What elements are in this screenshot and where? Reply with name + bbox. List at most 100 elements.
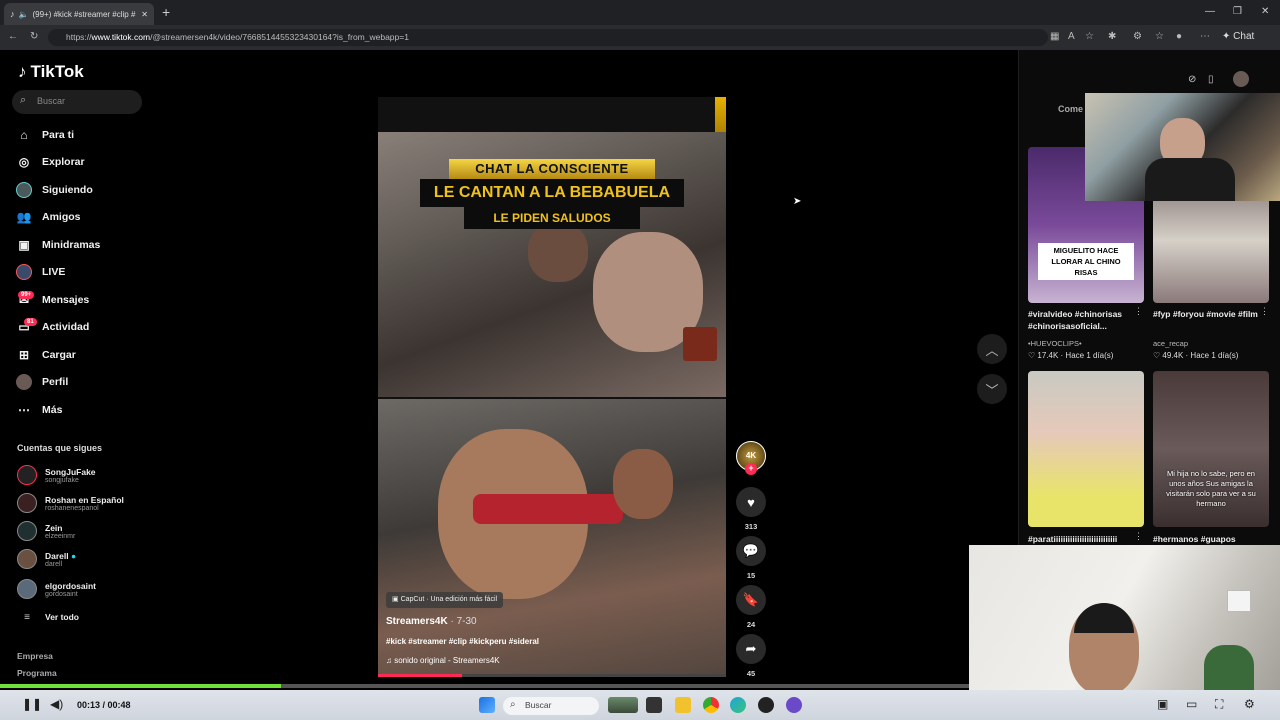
search-input[interactable]: ⌕ Buscar	[12, 90, 142, 114]
video-progress-bar[interactable]	[378, 674, 726, 677]
video-sound[interactable]: ♫ sonido original - Streamers4K	[386, 656, 500, 665]
avatar	[17, 493, 37, 513]
person-hair	[1074, 603, 1134, 633]
related-video-author[interactable]: •HUEVOCLIPS•	[1028, 339, 1082, 348]
volume-icon[interactable]: ◀)	[50, 697, 63, 711]
fullscreen-icon[interactable]: ⛶	[1215, 697, 1223, 712]
player-time: 00:13 / 00:48	[77, 700, 131, 710]
see-all-link[interactable]: ≡ Ver todo	[17, 604, 79, 630]
translate-icon[interactable]: A	[1068, 31, 1075, 42]
minimize-icon[interactable]: —	[1205, 6, 1215, 17]
video-hashtags[interactable]: #kick #streamer #clip #kickperu #sideral	[386, 637, 539, 646]
more-options-icon[interactable]: ⋮	[1134, 306, 1143, 317]
miniplayer-icon[interactable]: ▭	[1186, 697, 1197, 711]
captions-icon[interactable]: ▣	[1157, 697, 1168, 711]
player-progress-bar[interactable]	[0, 684, 969, 688]
edge-icon[interactable]	[730, 697, 746, 713]
nav-item-mas[interactable]: ⋯ Más	[16, 400, 62, 420]
account-item[interactable]: Roshan en Español roshanenespanol	[17, 490, 124, 516]
person-face	[528, 222, 588, 282]
discord-icon[interactable]	[786, 697, 802, 713]
live-icon	[16, 264, 32, 280]
related-video-caption[interactable]: #hermanos #guapos	[1153, 533, 1273, 545]
reload-icon[interactable]: ↻	[30, 31, 38, 42]
speaker-icon[interactable]: 🔈	[19, 10, 29, 19]
more-options-icon[interactable]: ⋮	[1260, 306, 1269, 317]
previous-video-button[interactable]: ︿	[977, 334, 1007, 364]
taskbar-search[interactable]: ⌕ Buscar	[503, 697, 599, 715]
collections-icon[interactable]: ☆	[1155, 31, 1164, 42]
sync-icon[interactable]: ⚙	[1133, 31, 1142, 42]
related-video-caption[interactable]: #fyp #foryou #movie #film	[1153, 308, 1273, 320]
chrome-icon[interactable]	[703, 697, 719, 713]
video-author[interactable]: Streamers4K · 7-30	[386, 616, 477, 627]
taskbar-widget-icon[interactable]	[608, 697, 638, 713]
account-item[interactable]: SongJuFake songjufake	[17, 462, 96, 488]
account-item[interactable]: Darell ● darell	[17, 546, 76, 572]
profile-avatar[interactable]	[1233, 71, 1249, 87]
device-icon[interactable]: ▯	[1208, 74, 1214, 85]
share-button[interactable]: ➦ 45	[736, 634, 766, 678]
related-video-caption[interactable]: #paratiiiiiiiiiiiiiiiiiiiiiiiiiii	[1028, 533, 1148, 545]
close-tab-icon[interactable]: ✕	[141, 10, 148, 19]
copilot-chat-button[interactable]: ✦ Chat	[1222, 31, 1254, 42]
thumbnail-overlay-text: MIGUELITO HACE LLORAR AL CHINO RISAS	[1038, 243, 1134, 280]
next-video-button[interactable]: ﹀	[977, 374, 1007, 404]
new-tab-button[interactable]: +	[162, 4, 170, 20]
pause-icon[interactable]: ❚❚	[22, 697, 42, 711]
chevron-down-icon: ﹀	[985, 382, 999, 398]
footer-link-programa[interactable]: Programa	[17, 668, 57, 678]
nav-item-perfil[interactable]: Perfil	[16, 372, 68, 392]
video-player[interactable]: CHAT LA CONSCIENTE LE CANTAN A LA BEBABU…	[378, 97, 726, 677]
small-avatar-overlay	[683, 327, 717, 361]
comment-button[interactable]: 💬 15	[736, 536, 766, 580]
maximize-icon[interactable]: ❐	[1233, 6, 1242, 17]
back-icon[interactable]: ←	[8, 31, 18, 42]
following-section-title: Cuentas que sigues	[17, 443, 103, 453]
nav-item-amigos[interactable]: 👥 Amigos	[16, 207, 81, 227]
comment-icon: 💬	[736, 536, 766, 566]
tab-title: (99+) #kick #streamer #clip #	[32, 9, 136, 19]
follow-plus-icon[interactable]: +	[745, 463, 757, 475]
nav-item-explorar[interactable]: ◎ Explorar	[16, 152, 85, 172]
overlay-title-gold: CHAT LA CONSCIENTE	[449, 159, 655, 179]
more-options-icon[interactable]: ⋮	[1134, 531, 1143, 542]
search-icon: ⌕	[20, 94, 27, 106]
tiktok-logo[interactable]: ♪ TikTok	[18, 62, 84, 82]
compass-small-icon[interactable]: ⊘	[1188, 74, 1196, 85]
url-field[interactable]: https://www.tiktok.com/@streamersen4k/vi…	[48, 29, 1048, 46]
settings-icon[interactable]: ⚙	[1244, 697, 1255, 711]
overlay-subtitle: LE PIDEN SALUDOS	[464, 207, 640, 229]
nav-item-cargar[interactable]: ⊞ Cargar	[16, 345, 76, 365]
capcut-badge[interactable]: ▣ CapCut · Una edición más fácil	[386, 592, 504, 608]
nav-item-minidramas[interactable]: ▣ Minidramas	[16, 235, 100, 255]
taskbar	[0, 690, 1280, 720]
like-button[interactable]: ♥ 313	[736, 487, 766, 531]
related-video-thumbnail[interactable]	[1028, 371, 1144, 527]
menu-icon[interactable]: ⋯	[1200, 31, 1210, 42]
account-item[interactable]: Zein elzeeinmr	[17, 518, 75, 544]
obs-icon[interactable]	[758, 697, 774, 713]
tab-comments[interactable]: Come	[1058, 104, 1083, 114]
thumbnail-overlay-text: Mi hija no lo sabe, pero en unos años Su…	[1166, 469, 1256, 508]
extensions-icon[interactable]: ✱	[1108, 31, 1116, 42]
browser-tab[interactable]: ♪ 🔈 (99+) #kick #streamer #clip # ✕	[4, 3, 154, 25]
nav-item-live[interactable]: LIVE	[16, 262, 65, 282]
related-video-thumbnail[interactable]: Mi hija no lo sabe, pero en unos años Su…	[1153, 371, 1269, 527]
nav-item-siguiendo[interactable]: Siguiendo	[16, 180, 93, 200]
reader-icon[interactable]: ▦	[1050, 31, 1059, 42]
close-window-icon[interactable]: ✕	[1261, 6, 1269, 17]
nav-item-para-ti[interactable]: ⌂ Para ti	[16, 125, 74, 145]
verified-icon: ●	[71, 550, 77, 561]
related-video-author[interactable]: ace_recap	[1153, 339, 1188, 348]
file-explorer-icon[interactable]	[675, 697, 691, 713]
save-button[interactable]: 🔖 24	[736, 585, 766, 629]
profile-avatar-icon[interactable]: ●	[1176, 31, 1182, 42]
favorite-icon[interactable]: ☆	[1085, 31, 1094, 42]
related-video-caption[interactable]: #viralvideo #chinorisas #chinorisasofici…	[1028, 308, 1148, 332]
account-item[interactable]: elgordosaint gordosaint	[17, 576, 96, 602]
compass-icon: ◎	[18, 155, 30, 169]
windows-start-icon[interactable]	[479, 697, 495, 713]
footer-link-empresa[interactable]: Empresa	[17, 651, 53, 661]
task-view-icon[interactable]	[646, 697, 662, 713]
